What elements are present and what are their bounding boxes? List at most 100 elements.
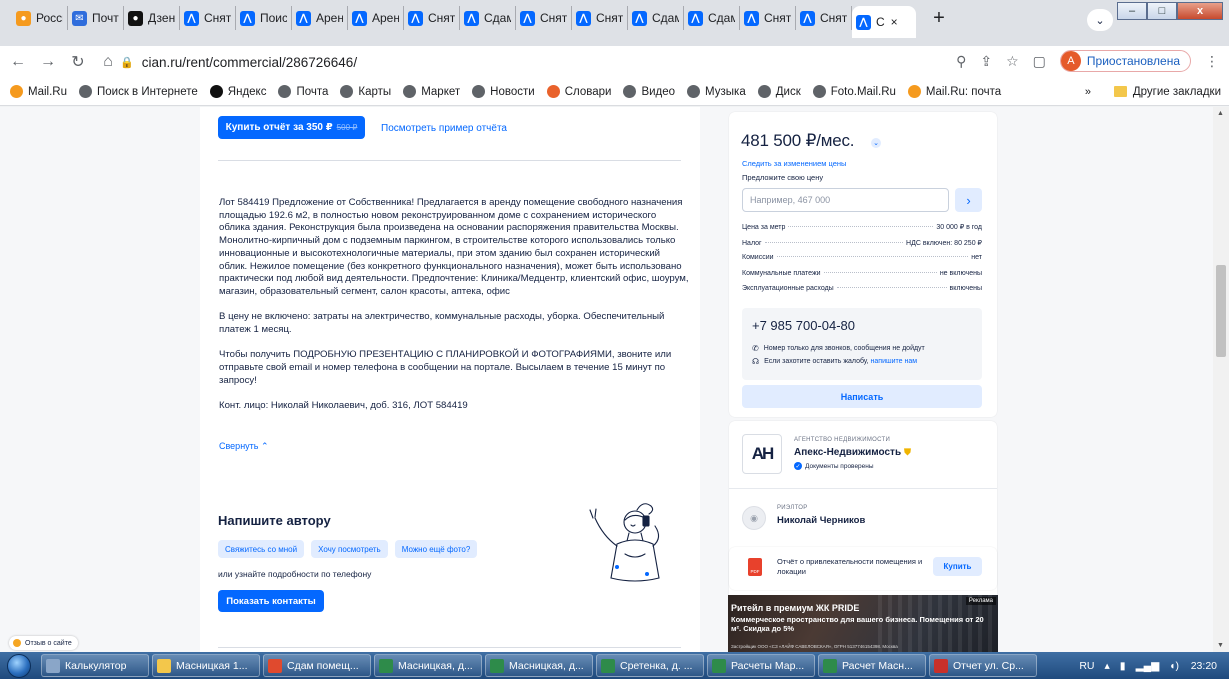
bookmark-item[interactable]: Музыка bbox=[687, 85, 746, 98]
home-button[interactable]: ⌂ bbox=[96, 53, 120, 71]
tab-title: Аренд bbox=[372, 11, 399, 25]
signal-icon[interactable]: ▂▄▆ bbox=[1136, 660, 1160, 672]
taskbar-item[interactable]: Расчеты Мар... bbox=[707, 654, 815, 677]
back-button[interactable]: ← bbox=[6, 53, 30, 71]
bookmark-item[interactable]: Mail.Ru bbox=[10, 85, 67, 98]
side-panel-icon[interactable]: ▢ bbox=[1033, 53, 1046, 70]
bookmark-item[interactable]: Поиск в Интернете bbox=[78, 85, 198, 98]
taskbar-item[interactable]: Масницкая, д... bbox=[485, 654, 593, 677]
taskbar-item[interactable]: Сретенка, д. ... bbox=[596, 654, 704, 677]
cian-icon: ⋀ bbox=[464, 10, 479, 26]
browser-tab-active[interactable]: ⋀ С × bbox=[852, 6, 916, 38]
browser-tab[interactable]: ⋀ Снять bbox=[516, 6, 572, 30]
ad-banner[interactable]: Реклама Ритейл в премиум ЖК PRIDE Коммер… bbox=[728, 595, 998, 652]
bookmark-item[interactable]: Mail.Ru: почта bbox=[907, 85, 1001, 98]
phone-hint: или узнайте подробности по телефону bbox=[218, 569, 372, 579]
taskbar-item-label: Масницкая, д... bbox=[509, 659, 584, 672]
browser-tab[interactable]: ⋀ Снять bbox=[180, 6, 236, 30]
show-contacts-button[interactable]: Показать контакты bbox=[218, 590, 324, 612]
bookmark-item[interactable]: Видео bbox=[623, 85, 675, 98]
complaint-link[interactable]: напишите нам bbox=[871, 358, 918, 365]
taskbar-item[interactable]: Масницкая, д... bbox=[374, 654, 482, 677]
collapse-label: Свернуть bbox=[219, 441, 259, 451]
browser-tab[interactable]: ⋀ Сдам bbox=[628, 6, 684, 30]
price-history-button[interactable]: ⌄ bbox=[871, 138, 881, 148]
tray-expand-icon[interactable]: ▴ bbox=[1105, 660, 1110, 672]
taskbar-item[interactable]: Калькулятор bbox=[41, 654, 149, 677]
feedback-button[interactable]: Отзыв о сайте bbox=[9, 636, 78, 650]
window-close-button[interactable]: x bbox=[1177, 2, 1223, 20]
sample-report-link[interactable]: Посмотреть пример отчёта bbox=[381, 123, 507, 134]
browser-tab[interactable]: ✉ Почта bbox=[68, 6, 124, 30]
browser-tab[interactable]: ⋀ Сдам bbox=[460, 6, 516, 30]
quick-message-chip[interactable]: Хочу посмотреть bbox=[311, 540, 388, 558]
bookmark-item[interactable]: Новости bbox=[472, 85, 535, 98]
offer-submit-button[interactable]: › bbox=[955, 188, 982, 212]
star-icon[interactable]: ☆ bbox=[1006, 53, 1019, 70]
browser-tab[interactable]: ⋀ Снять bbox=[796, 6, 852, 30]
param-label: Эксплуатационные расходы bbox=[742, 285, 834, 293]
taskbar-item[interactable]: Расчет Масн... bbox=[818, 654, 926, 677]
bookmark-item[interactable]: Foto.Mail.Ru bbox=[812, 85, 896, 98]
address-bar[interactable]: 🔒 cian.ru/rent/commercial/286726646/ bbox=[120, 50, 970, 74]
tab-title: С bbox=[876, 15, 885, 29]
browser-tab[interactable]: ● Росси bbox=[12, 6, 68, 30]
taskbar-item[interactable]: Масницкая 1... bbox=[152, 654, 260, 677]
profile-button[interactable]: A Приостановлена bbox=[1059, 50, 1191, 72]
tab-title: Снять bbox=[428, 11, 455, 25]
bookmark-item[interactable]: Диск bbox=[757, 85, 801, 98]
close-icon[interactable]: × bbox=[891, 15, 898, 29]
volume-icon[interactable]: ◖) bbox=[1169, 660, 1179, 672]
zoom-icon[interactable]: ⚲ bbox=[956, 53, 966, 70]
minimize-button[interactable]: – bbox=[1117, 2, 1147, 20]
scroll-down-icon[interactable]: ▼ bbox=[1217, 642, 1224, 649]
tab-search-button[interactable]: ⌄ bbox=[1087, 9, 1113, 31]
offer-price-input[interactable]: Например, 467 000 bbox=[742, 188, 949, 212]
bookmarks-overflow-button[interactable]: » bbox=[1085, 86, 1091, 98]
collapse-link[interactable]: Свернуть ⌃ bbox=[219, 441, 269, 452]
browser-tab[interactable]: ⋀ Снять bbox=[740, 6, 796, 30]
browser-tab[interactable]: ● Дзен bbox=[124, 6, 180, 30]
chevron-down-icon: ⌄ bbox=[1095, 14, 1105, 27]
realtor-name[interactable]: Николай Черников bbox=[777, 515, 865, 526]
taskbar-item[interactable]: Сдам помещ... bbox=[263, 654, 371, 677]
bookmark-item[interactable]: Карты bbox=[340, 85, 391, 98]
new-tab-button[interactable]: + bbox=[926, 5, 952, 31]
start-button[interactable] bbox=[0, 652, 38, 679]
buy-report-button[interactable]: Купить отчёт за 350 ₽ 500 ₽ bbox=[218, 116, 365, 139]
scroll-up-icon[interactable]: ▲ bbox=[1217, 110, 1224, 117]
bookmark-item[interactable]: Яндекс bbox=[209, 85, 266, 98]
taskbar-item[interactable]: Отчет ул. Ср... bbox=[929, 654, 1037, 677]
menu-icon[interactable]: ⋮ bbox=[1205, 53, 1219, 70]
browser-tab[interactable]: ⋀ Аренд bbox=[348, 6, 404, 30]
bookmarks-bar: Mail.Ru Поиск в Интернете Яндекс Почта Карты… bbox=[0, 78, 1229, 106]
browser-tab[interactable]: ⋀ Поиск bbox=[236, 6, 292, 30]
agency-logo[interactable]: АН bbox=[742, 434, 782, 474]
forward-button[interactable]: → bbox=[36, 53, 60, 71]
maximize-button[interactable]: □ bbox=[1147, 2, 1177, 20]
browser-tab[interactable]: ⋀ Снять bbox=[572, 6, 628, 30]
browser-tab[interactable]: ⋀ Сдам bbox=[684, 6, 740, 30]
scrollbar-thumb[interactable] bbox=[1216, 265, 1226, 357]
reload-button[interactable]: ↻ bbox=[66, 52, 90, 72]
clock[interactable]: 23:20 bbox=[1191, 660, 1217, 672]
quick-message-chip[interactable]: Свяжитесь со мной bbox=[218, 540, 305, 558]
write-message-button[interactable]: Написать bbox=[742, 385, 982, 408]
browser-tab[interactable]: ⋀ Снять bbox=[404, 6, 460, 30]
arrow-right-icon: → bbox=[40, 53, 56, 70]
bookmark-item[interactable]: Почта bbox=[278, 85, 328, 98]
browser-tab[interactable]: ⋀ Аренд bbox=[292, 6, 348, 30]
buy-button[interactable]: Купить bbox=[933, 557, 982, 576]
share-icon[interactable]: ⇪ bbox=[980, 53, 992, 70]
agency-name[interactable]: Апекс-Недвижимость ⛊ bbox=[794, 447, 911, 458]
page-scrollbar[interactable]: ▲ ▼ bbox=[1213, 107, 1229, 652]
bookmark-item[interactable]: Маркет bbox=[403, 85, 460, 98]
other-bookmarks-folder[interactable]: Другие закладки bbox=[1113, 86, 1221, 98]
quick-message-chip[interactable]: Можно ещё фото? bbox=[394, 540, 478, 558]
follow-price-link[interactable]: Следить за изменением цены bbox=[742, 159, 846, 168]
main-column: Купить отчёт за 350 ₽ 500 ₽ Посмотреть п… bbox=[200, 107, 700, 652]
network-icon[interactable]: ▮ bbox=[1120, 660, 1126, 672]
bookmark-item[interactable]: Словари bbox=[546, 85, 611, 98]
language-indicator[interactable]: RU bbox=[1079, 660, 1094, 672]
phone-number[interactable]: +7 985 700-04-80 bbox=[752, 318, 855, 333]
